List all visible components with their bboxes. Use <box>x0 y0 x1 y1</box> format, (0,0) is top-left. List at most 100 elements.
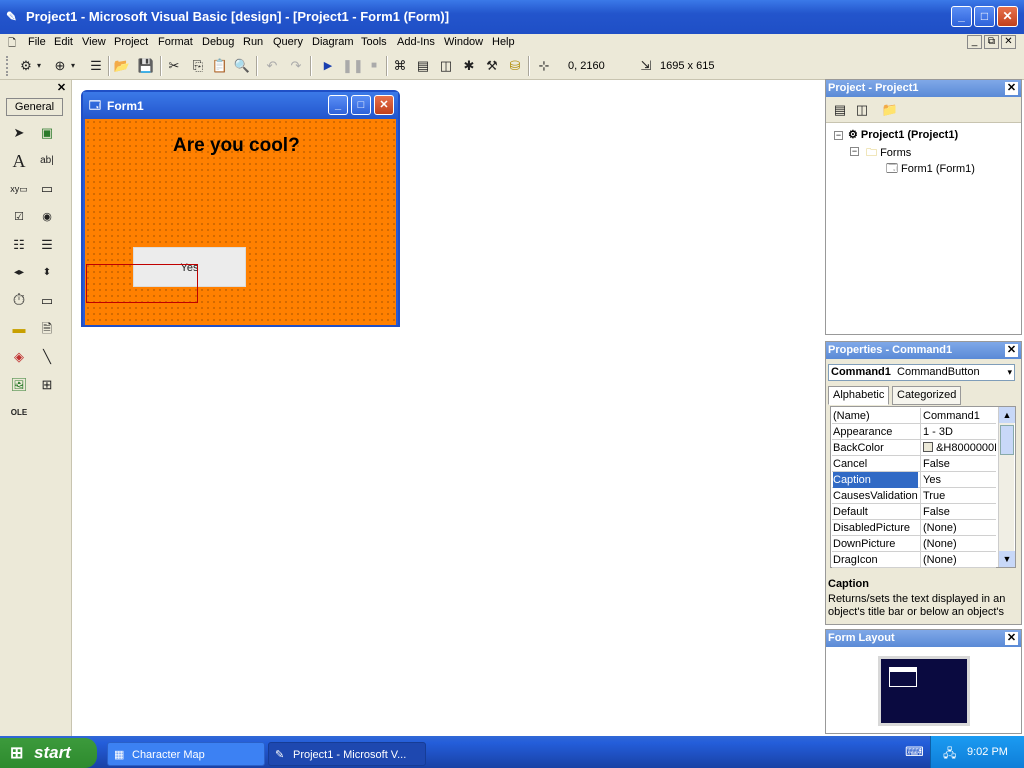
filelistbox-icon[interactable]: 🗎 <box>36 318 58 340</box>
listbox-icon[interactable]: ☰ <box>36 234 58 256</box>
clock[interactable]: 9:02 PM <box>967 746 1008 758</box>
pointer-icon[interactable]: ➤ <box>8 122 30 144</box>
tab-categorized[interactable]: Categorized <box>892 386 962 405</box>
start-icon[interactable]: ▶ <box>318 56 338 76</box>
view-code-icon[interactable]: ▤ <box>830 100 850 120</box>
menu-diagram[interactable]: Diagram <box>312 36 354 48</box>
form-close-button[interactable]: ✕ <box>374 95 394 115</box>
tree-project-root[interactable]: ⚙ Project1 (Project1) <box>848 128 958 141</box>
toggle-folders-icon[interactable]: 📁 <box>880 100 900 120</box>
shape-icon[interactable]: ◈ <box>8 346 30 368</box>
property-row[interactable]: DownPicture (None) <box>832 536 996 552</box>
drivelistbox-icon[interactable]: ▭ <box>36 290 58 312</box>
property-row[interactable]: Appearance 1 - 3D <box>832 424 996 440</box>
properties-pane-close-icon[interactable]: ✕ <box>1005 344 1018 357</box>
expand-project-icon[interactable]: − <box>834 131 843 140</box>
data-view-icon[interactable]: ⛁ <box>505 56 525 76</box>
label-icon[interactable]: A <box>8 150 30 172</box>
property-row[interactable]: DisabledPicture (None) <box>832 520 996 536</box>
menu-window[interactable]: Window <box>444 36 483 48</box>
form-minimize-button[interactable]: _ <box>328 95 348 115</box>
copy-icon[interactable]: ⎘ <box>188 56 208 76</box>
menu-add-ins[interactable]: Add-Ins <box>397 36 435 48</box>
form-maximize-button[interactable]: □ <box>351 95 371 115</box>
find-icon[interactable]: 🔍 <box>232 56 252 76</box>
commandbutton-icon[interactable]: ▭ <box>36 178 58 200</box>
menu-view[interactable]: View <box>82 36 106 48</box>
property-row-selected[interactable]: Caption Yes <box>832 472 996 488</box>
picturebox-icon[interactable]: ▣ <box>36 122 58 144</box>
property-row[interactable]: Default False <box>832 504 996 520</box>
save-project-icon[interactable]: 💾 <box>136 56 156 76</box>
hscrollbar-icon[interactable]: ◂▸ <box>8 262 30 284</box>
toolbox-icon[interactable]: ⚒ <box>482 56 502 76</box>
keyboard-icon[interactable]: ⌨ <box>905 744 924 760</box>
open-project-icon[interactable]: 📂 <box>112 56 132 76</box>
paste-icon[interactable]: 📋 <box>210 56 230 76</box>
mdi-minimize-button[interactable]: _ <box>967 35 982 49</box>
vscrollbar-icon[interactable]: ⬍ <box>36 262 58 284</box>
menu-format[interactable]: Format <box>158 36 193 48</box>
form-designer-window[interactable]: 🗔 Form1 _ □ ✕ Are you cool? Yes <box>81 90 400 327</box>
dirlistbox-icon[interactable]: ▬ <box>8 318 30 340</box>
redo-icon[interactable]: ↷ <box>286 56 306 76</box>
frame-icon[interactable]: xy▭ <box>8 178 30 200</box>
break-icon[interactable]: ❚❚ <box>342 56 364 76</box>
menu-run[interactable]: Run <box>243 36 263 48</box>
dropdown-arrow-icon[interactable]: ▾ <box>68 56 78 76</box>
expand-forms-icon[interactable]: − <box>850 147 859 156</box>
mdi-restore-button[interactable]: ⧉ <box>984 35 999 49</box>
minimize-button[interactable]: _ <box>951 6 972 27</box>
object-selector[interactable]: Command1 CommandButton ▾ <box>828 364 1015 381</box>
tab-alphabetic[interactable]: Alphabetic <box>828 386 890 405</box>
add-project-icon[interactable]: ⚙ <box>16 56 36 76</box>
toolbar-grip[interactable] <box>6 56 8 76</box>
document-icon[interactable]: 🗋 <box>8 36 16 53</box>
cut-icon[interactable]: ✂ <box>164 56 184 76</box>
timer-icon[interactable]: ⏱ <box>8 290 30 312</box>
ole-icon[interactable]: OLE <box>8 402 30 424</box>
property-scrollbar[interactable]: ▲ ▼ <box>998 407 1015 567</box>
line-icon[interactable]: ╲ <box>36 346 58 368</box>
data-icon[interactable]: ⊞ <box>36 374 58 396</box>
menu-query[interactable]: Query <box>273 36 303 48</box>
menu-debug[interactable]: Debug <box>202 36 234 48</box>
undo-icon[interactable]: ↶ <box>262 56 282 76</box>
toolbox-close-icon[interactable]: ✕ <box>55 82 68 95</box>
end-icon[interactable]: ■ <box>364 56 384 76</box>
tree-form1-item[interactable]: 🗔 Form1 (Form1) <box>886 160 975 179</box>
scroll-up-icon[interactable]: ▲ <box>999 407 1015 423</box>
taskbar-item-character-map[interactable]: ▦ Character Map <box>107 742 265 766</box>
menu-help[interactable]: Help <box>492 36 515 48</box>
layout-form-position[interactable] <box>889 667 917 687</box>
property-row[interactable]: (Name) Command1 <box>832 408 996 424</box>
network-icon[interactable]: 🖧 <box>943 744 956 765</box>
close-button[interactable]: ✕ <box>997 6 1018 27</box>
selection-rectangle[interactable] <box>86 264 198 303</box>
form-canvas[interactable]: Are you cool? Yes <box>85 119 396 325</box>
property-row[interactable]: BackColor &H8000000F <box>832 440 996 456</box>
property-row[interactable]: CausesValidation True <box>832 488 996 504</box>
property-row[interactable]: DragIcon (None) <box>832 552 996 568</box>
menu-file[interactable]: File <box>28 36 46 48</box>
menu-tools[interactable]: Tools <box>361 36 387 48</box>
scroll-thumb[interactable] <box>1000 425 1014 455</box>
vb-app-icon[interactable]: ✎ <box>6 9 21 24</box>
property-row[interactable]: Cancel False <box>832 456 996 472</box>
menu-edit[interactable]: Edit <box>54 36 73 48</box>
taskbar-item-visual-basic[interactable]: ✎ Project1 - Microsoft V... <box>268 742 426 766</box>
scroll-down-icon[interactable]: ▼ <box>999 551 1015 567</box>
properties-window-icon[interactable]: ▤ <box>413 56 433 76</box>
chevron-down-icon[interactable]: ▾ <box>1007 365 1012 380</box>
menu-editor-icon[interactable]: ☰ <box>86 56 106 76</box>
mdi-close-button[interactable]: ✕ <box>1001 35 1016 49</box>
form-layout-close-icon[interactable]: ✕ <box>1005 632 1018 645</box>
form-layout-icon[interactable]: ◫ <box>436 56 456 76</box>
maximize-button[interactable]: □ <box>974 6 995 27</box>
project-pane-close-icon[interactable]: ✕ <box>1005 82 1018 95</box>
menu-project[interactable]: Project <box>114 36 148 48</box>
dropdown-arrow-icon[interactable]: ▾ <box>34 56 44 76</box>
optionbutton-icon[interactable]: ◉ <box>36 206 58 228</box>
form-title-bar[interactable]: 🗔 Form1 _ □ ✕ <box>83 92 398 119</box>
toolbox-tab-general[interactable]: General <box>6 98 63 116</box>
